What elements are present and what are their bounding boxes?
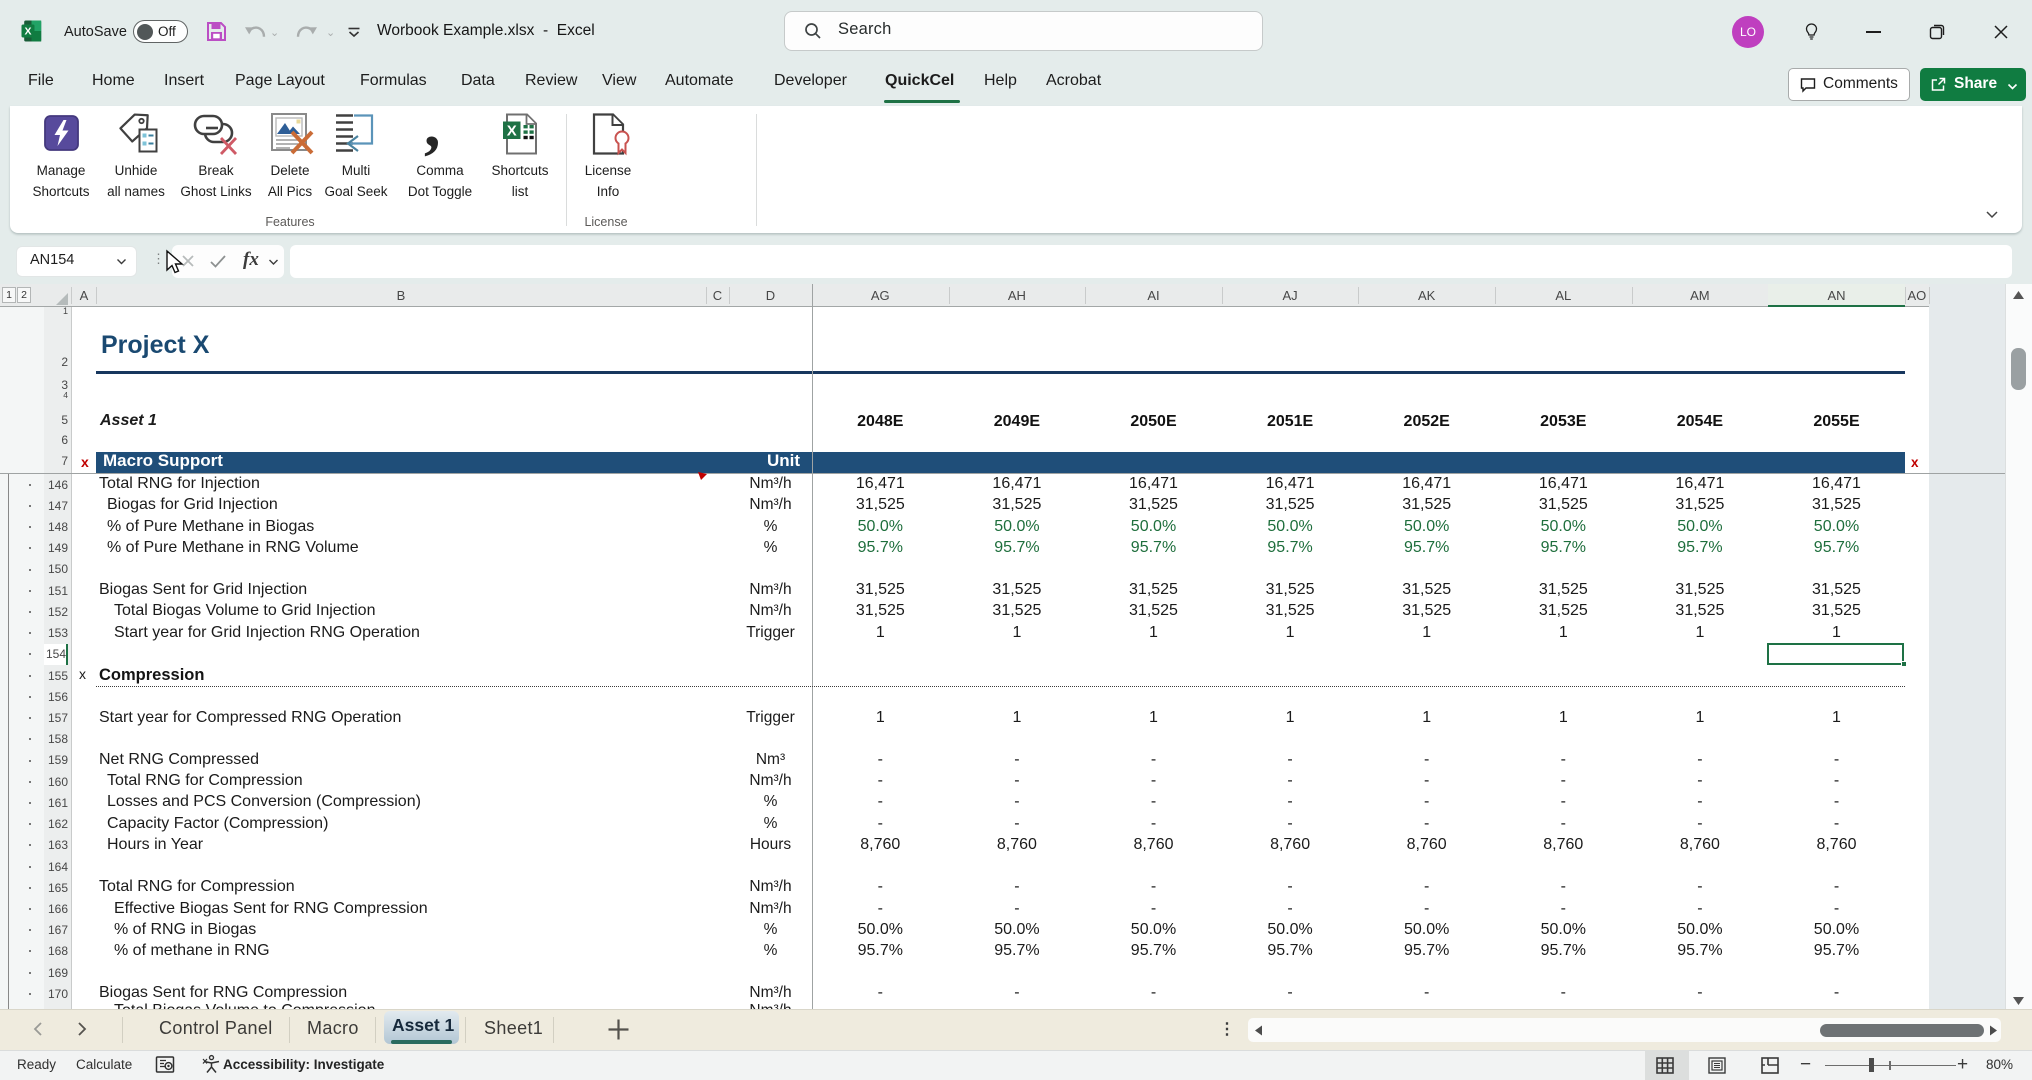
svg-text:X: X: [507, 123, 517, 140]
svg-text:X: X: [24, 26, 31, 38]
